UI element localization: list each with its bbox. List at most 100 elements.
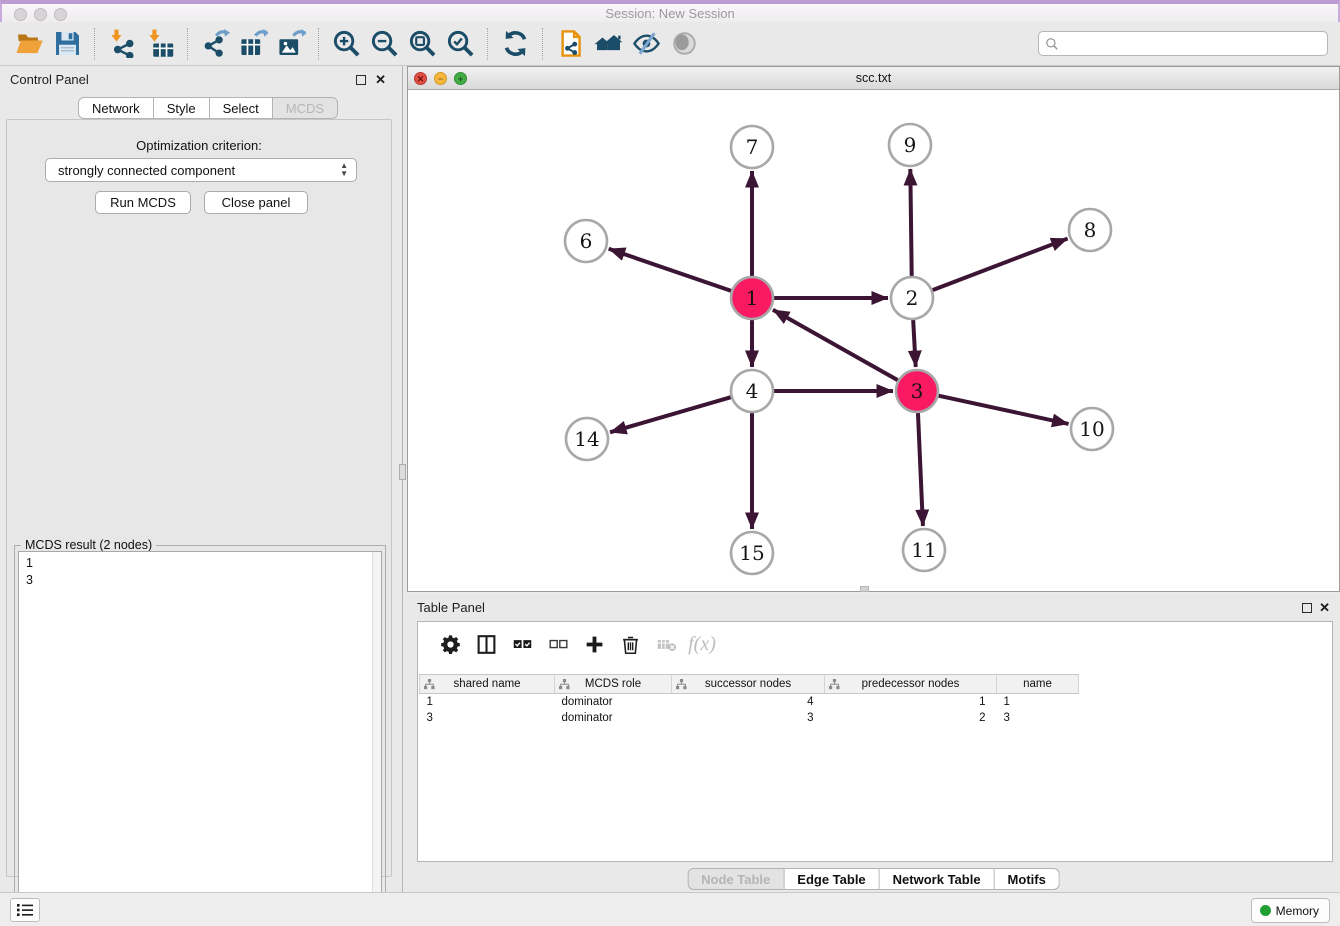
zoom-fit-button[interactable]: [403, 25, 441, 63]
float-panel-icon[interactable]: [356, 75, 366, 85]
apply-function-button[interactable]: f(x): [684, 626, 720, 662]
table-cell[interactable]: 3: [997, 710, 1079, 726]
tab-style[interactable]: Style: [154, 97, 210, 119]
table-settings-button[interactable]: [432, 626, 468, 662]
graph-edge-3-11[interactable]: [918, 413, 923, 526]
open-session-button[interactable]: [10, 25, 48, 63]
add-column-button[interactable]: [576, 626, 612, 662]
refresh-view-button[interactable]: [496, 25, 534, 63]
graph-edge-4-14[interactable]: [610, 397, 731, 432]
graph-edge-2-3[interactable]: [913, 320, 916, 367]
panel-splitter[interactable]: [398, 66, 407, 892]
column-header-predecessor-nodes[interactable]: predecessor nodes: [825, 675, 997, 694]
save-session-button[interactable]: [48, 25, 86, 63]
table-cell[interactable]: 1: [825, 694, 997, 710]
graph-node-7[interactable]: 7: [731, 126, 773, 168]
float-panel-icon[interactable]: [1302, 603, 1312, 613]
window-resize-grip[interactable]: [860, 586, 869, 592]
graph-node-15[interactable]: 15: [731, 532, 773, 574]
svg-text:9: 9: [904, 133, 917, 157]
network-graph-canvas[interactable]: 7 9 6 8 1 2 4 3 14 10 15 11: [408, 90, 1339, 591]
table-container: f(x) shared nameMCDS role successor nodes…: [417, 621, 1333, 862]
control-panel-header: Control Panel ✕: [0, 66, 398, 94]
close-panel-button[interactable]: Close panel: [204, 191, 308, 214]
graph-edge-2-8[interactable]: [933, 239, 1068, 291]
graph-edge-1-6[interactable]: [609, 249, 731, 291]
graph-edge-2-9[interactable]: [910, 169, 911, 276]
split-columns-button[interactable]: [468, 626, 504, 662]
import-table-button[interactable]: [141, 25, 179, 63]
tab-select[interactable]: Select: [210, 97, 273, 119]
render-preview-button[interactable]: [665, 25, 703, 63]
column-header-mcds-role[interactable]: MCDS role: [555, 675, 672, 694]
memory-label: Memory: [1276, 904, 1319, 918]
search-box: [1038, 31, 1328, 56]
table-cell[interactable]: 3: [672, 710, 825, 726]
graph-node-11[interactable]: 11: [903, 529, 945, 571]
svg-text:6: 6: [580, 229, 593, 253]
table-cell[interactable]: 1: [420, 694, 555, 710]
export-image-icon: [277, 29, 306, 58]
close-panel-icon[interactable]: ✕: [1319, 600, 1330, 616]
graph-node-6[interactable]: 6: [565, 220, 607, 262]
column-label: name: [1023, 678, 1052, 690]
table-cell[interactable]: 2: [825, 710, 997, 726]
graph-node-14[interactable]: 14: [566, 418, 608, 460]
table-row[interactable]: 1dominator411: [420, 694, 1079, 710]
graph-node-1[interactable]: 1: [731, 277, 773, 319]
memory-button[interactable]: Memory: [1251, 898, 1330, 923]
table-cell[interactable]: 4: [672, 694, 825, 710]
column-header-shared-name[interactable]: shared name: [420, 675, 555, 694]
export-image-button[interactable]: [272, 25, 310, 63]
import-network-button[interactable]: [103, 25, 141, 63]
tab-node-table[interactable]: Node Table: [687, 868, 784, 890]
graph-node-10[interactable]: 10: [1071, 408, 1113, 450]
criterion-dropdown[interactable]: strongly connected component ▲▼: [45, 158, 357, 182]
table-row[interactable]: 3dominator323: [420, 710, 1079, 726]
graph-node-3[interactable]: 3: [896, 370, 938, 412]
graph-node-2[interactable]: 2: [891, 277, 933, 319]
table-cell[interactable]: 1: [997, 694, 1079, 710]
delete-column-button[interactable]: [612, 626, 648, 662]
graph-node-8[interactable]: 8: [1069, 209, 1111, 251]
zoom-out-icon: [370, 29, 399, 58]
export-network-button[interactable]: [196, 25, 234, 63]
tab-edge-table[interactable]: Edge Table: [784, 868, 879, 890]
column-header-name[interactable]: name: [997, 675, 1079, 694]
search-icon: [1045, 37, 1059, 51]
table-cell[interactable]: dominator: [555, 694, 672, 710]
unselect-all-rows-button[interactable]: [540, 626, 576, 662]
zoom-in-button[interactable]: [327, 25, 365, 63]
close-panel-icon[interactable]: ✕: [375, 72, 386, 88]
graph-node-4[interactable]: 4: [731, 370, 773, 412]
show-home-networks-button[interactable]: [589, 25, 627, 63]
zoom-out-button[interactable]: [365, 25, 403, 63]
toolbar-separator: [542, 28, 543, 60]
run-mcds-button[interactable]: Run MCDS: [95, 191, 191, 214]
tab-motifs[interactable]: Motifs: [995, 868, 1060, 890]
task-history-button[interactable]: [10, 898, 40, 922]
column-header-successor-nodes[interactable]: successor nodes: [672, 675, 825, 694]
graph-node-9[interactable]: 9: [889, 124, 931, 166]
delete-table-button[interactable]: [648, 626, 684, 662]
tab-network-table[interactable]: Network Table: [880, 868, 995, 890]
export-table-icon: [239, 29, 268, 58]
search-input[interactable]: [1063, 37, 1321, 51]
splitter-grip[interactable]: [399, 464, 406, 480]
export-network-icon: [201, 29, 230, 58]
tab-mcds[interactable]: MCDS: [273, 97, 338, 119]
graph-edge-3-10[interactable]: [938, 396, 1068, 424]
tab-network[interactable]: Network: [78, 97, 154, 119]
table-cell[interactable]: dominator: [555, 710, 672, 726]
graph-edge-3-1[interactable]: [773, 310, 898, 380]
scrollbar[interactable]: [372, 552, 381, 922]
column-label: successor nodes: [705, 678, 791, 690]
select-all-rows-button[interactable]: [504, 626, 540, 662]
zoom-selected-button[interactable]: [441, 25, 479, 63]
table-panel-header: Table Panel ✕: [407, 594, 1340, 622]
table-cell[interactable]: 3: [420, 710, 555, 726]
status-bar: Memory: [0, 892, 1340, 926]
clone-network-button[interactable]: [551, 25, 589, 63]
hide-panel-button[interactable]: [627, 25, 665, 63]
export-table-button[interactable]: [234, 25, 272, 63]
